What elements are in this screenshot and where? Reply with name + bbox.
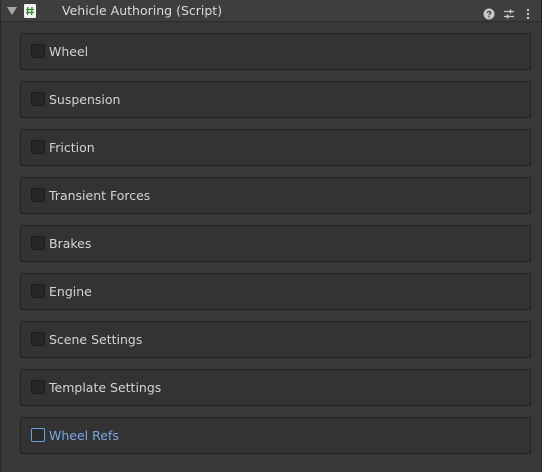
foldout-section-wheel-refs[interactable]: Wheel Refs [20, 417, 531, 454]
section-checkbox[interactable] [31, 188, 45, 202]
script-hash-icon [24, 4, 36, 18]
section-checkbox[interactable] [31, 140, 45, 154]
sliders-icon[interactable] [503, 5, 515, 19]
section-label: Transient Forces [49, 188, 151, 203]
foldout-section-scene-settings[interactable]: Scene Settings [20, 321, 531, 358]
chevron-down-icon[interactable] [7, 7, 17, 15]
section-label: Template Settings [49, 380, 162, 395]
component-header[interactable]: Vehicle Authoring (Script) [1, 0, 541, 22]
section-checkbox[interactable] [31, 380, 45, 394]
kebab-menu-icon[interactable] [522, 5, 534, 20]
foldout-section-template-settings[interactable]: Template Settings [20, 369, 531, 406]
component-title: Vehicle Authoring (Script) [62, 3, 223, 18]
help-icon[interactable] [483, 5, 495, 20]
section-label: Wheel Refs [49, 428, 119, 443]
section-checkbox[interactable] [31, 236, 45, 250]
section-label: Wheel [49, 44, 89, 59]
section-checkbox[interactable] [31, 428, 45, 442]
section-checkbox[interactable] [31, 92, 45, 106]
section-checkbox[interactable] [31, 284, 45, 298]
foldout-section-brakes[interactable]: Brakes [20, 225, 531, 262]
foldout-section-transient-forces[interactable]: Transient Forces [20, 177, 531, 214]
foldout-section-engine[interactable]: Engine [20, 273, 531, 310]
section-label: Engine [49, 284, 92, 299]
section-label: Brakes [49, 236, 92, 251]
section-label: Scene Settings [49, 332, 143, 347]
section-checkbox[interactable] [31, 332, 45, 346]
inspector-component: Vehicle Authoring (Script) Wheel Suspens… [0, 0, 542, 472]
foldout-section-suspension[interactable]: Suspension [20, 81, 531, 118]
foldout-section-wheel[interactable]: Wheel [20, 33, 531, 70]
section-label: Friction [49, 140, 95, 155]
section-label: Suspension [49, 92, 121, 107]
section-checkbox[interactable] [31, 44, 45, 58]
foldout-section-friction[interactable]: Friction [20, 129, 531, 166]
